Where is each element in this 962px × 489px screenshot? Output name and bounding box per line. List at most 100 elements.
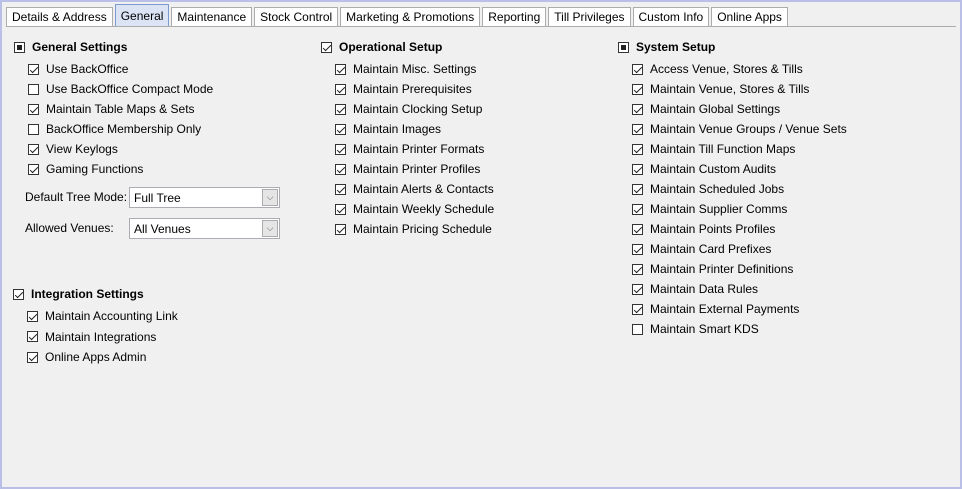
- checkbox-icon[interactable]: [632, 183, 643, 195]
- tab-details-address[interactable]: Details & Address: [6, 7, 113, 26]
- operational-setup-header-label: Operational Setup: [339, 40, 443, 54]
- default-tree-mode-select[interactable]: Full Tree ⌵: [129, 187, 280, 208]
- tab-stock-control[interactable]: Stock Control: [254, 7, 339, 26]
- checkbox-icon[interactable]: [632, 243, 643, 255]
- checkbox-maintain-custom-audits[interactable]: Maintain Custom Audits: [632, 159, 776, 179]
- checkbox-icon[interactable]: [27, 331, 38, 342]
- checkbox-icon[interactable]: [632, 323, 643, 335]
- checkbox-maintain-printer-formats[interactable]: Maintain Printer Formats: [335, 139, 484, 159]
- checkbox-label: Maintain Accounting Link: [45, 309, 178, 323]
- checkbox-icon[interactable]: [632, 103, 643, 115]
- checkbox-icon[interactable]: [335, 183, 346, 195]
- checkbox-icon[interactable]: [632, 123, 643, 135]
- checkbox-label: Maintain Supplier Comms: [650, 202, 788, 216]
- checkbox-maintain-accounting-link[interactable]: Maintain Accounting Link: [27, 306, 178, 326]
- general-tab-panel: General Settings Use BackOffice Use BackOf…: [6, 26, 956, 486]
- checkbox-icon[interactable]: [335, 223, 346, 235]
- checkbox-icon[interactable]: [632, 283, 643, 295]
- default-tree-mode-value: Full Tree: [134, 190, 181, 205]
- checkbox-online-apps-admin[interactable]: Online Apps Admin: [27, 347, 146, 367]
- checkbox-icon[interactable]: [28, 123, 39, 135]
- checkbox-icon[interactable]: [27, 310, 38, 322]
- checkbox-maintain-external-payments[interactable]: Maintain External Payments: [632, 299, 799, 319]
- checkbox-label: Maintain Card Prefixes: [650, 242, 772, 256]
- checkbox-maintain-global-settings[interactable]: Maintain Global Settings: [632, 99, 780, 119]
- tab-maintenance[interactable]: Maintenance: [171, 7, 253, 26]
- checkbox-use-backoffice-compact-mode[interactable]: Use BackOffice Compact Mode: [28, 79, 213, 99]
- checkbox-maintain-card-prefixes[interactable]: Maintain Card Prefixes: [632, 239, 771, 259]
- operational-setup-header-checkbox[interactable]: Operational Setup: [321, 37, 442, 57]
- checkbox-icon[interactable]: [28, 143, 39, 155]
- chevron-down-icon[interactable]: ⌵: [262, 220, 278, 237]
- checkbox-view-keylogs[interactable]: View Keylogs: [28, 139, 118, 159]
- tab-online-apps[interactable]: Online Apps: [711, 7, 788, 26]
- tab-reporting[interactable]: Reporting: [482, 7, 547, 26]
- checkbox-icon[interactable]: [618, 41, 629, 53]
- checkbox-gaming-functions[interactable]: Gaming Functions: [28, 159, 143, 179]
- checkbox-maintain-clocking-setup[interactable]: Maintain Clocking Setup: [335, 99, 482, 119]
- checkbox-maintain-prerequisites[interactable]: Maintain Prerequisites: [335, 79, 472, 99]
- checkbox-maintain-supplier-comms[interactable]: Maintain Supplier Comms: [632, 199, 787, 219]
- allowed-venues-select[interactable]: All Venues ⌵: [129, 218, 280, 239]
- tab-general[interactable]: General: [114, 4, 170, 26]
- system-setup-header-checkbox[interactable]: System Setup: [618, 37, 715, 57]
- checkbox-maintain-venue-groups-venue-sets[interactable]: Maintain Venue Groups / Venue Sets: [632, 119, 847, 139]
- checkbox-icon[interactable]: [632, 83, 643, 95]
- checkbox-icon[interactable]: [13, 288, 24, 300]
- checkbox-maintain-integrations[interactable]: Maintain Integrations: [27, 327, 156, 347]
- tab-till-privileges[interactable]: Till Privileges: [548, 7, 631, 26]
- checkbox-icon[interactable]: [14, 41, 25, 53]
- checkbox-maintain-table-maps-sets[interactable]: Maintain Table Maps & Sets: [28, 99, 195, 119]
- checkbox-maintain-misc-settings[interactable]: Maintain Misc. Settings: [335, 59, 476, 79]
- checkbox-icon[interactable]: [335, 63, 346, 75]
- tab-custom-info[interactable]: Custom Info: [632, 7, 710, 26]
- checkbox-label: BackOffice Membership Only: [46, 122, 202, 136]
- checkbox-icon[interactable]: [321, 41, 332, 53]
- checkbox-label: Maintain Points Profiles: [650, 222, 776, 236]
- checkbox-icon[interactable]: [335, 163, 346, 175]
- chevron-down-icon[interactable]: ⌵: [262, 189, 278, 206]
- checkbox-icon[interactable]: [632, 263, 643, 275]
- checkbox-maintain-points-profiles[interactable]: Maintain Points Profiles: [632, 219, 775, 239]
- checkbox-icon[interactable]: [335, 203, 346, 215]
- checkbox-maintain-images[interactable]: Maintain Images: [335, 119, 441, 139]
- checkbox-label: Maintain Clocking Setup: [353, 102, 483, 116]
- checkbox-label: View Keylogs: [46, 142, 118, 156]
- checkbox-icon[interactable]: [28, 163, 39, 175]
- checkbox-maintain-alerts-contacts[interactable]: Maintain Alerts & Contacts: [335, 179, 494, 199]
- checkbox-icon[interactable]: [632, 223, 643, 235]
- checkbox-maintain-till-function-maps[interactable]: Maintain Till Function Maps: [632, 139, 795, 159]
- checkbox-icon[interactable]: [28, 83, 39, 95]
- allowed-venues-row: Allowed Venues:: [25, 217, 114, 239]
- checkbox-use-backoffice[interactable]: Use BackOffice: [28, 59, 128, 79]
- checkbox-maintain-scheduled-jobs[interactable]: Maintain Scheduled Jobs: [632, 179, 784, 199]
- checkbox-maintain-data-rules[interactable]: Maintain Data Rules: [632, 279, 758, 299]
- checkbox-icon[interactable]: [632, 63, 643, 75]
- checkbox-label: Maintain Images: [353, 122, 442, 136]
- allowed-venues-value: All Venues: [134, 221, 191, 236]
- checkbox-icon[interactable]: [632, 143, 643, 155]
- checkbox-label: Maintain Custom Audits: [650, 162, 777, 176]
- checkbox-icon[interactable]: [335, 123, 346, 135]
- integration-settings-header-checkbox[interactable]: Integration Settings: [13, 284, 144, 304]
- checkbox-maintain-printer-profiles[interactable]: Maintain Printer Profiles: [335, 159, 480, 179]
- checkbox-icon[interactable]: [632, 163, 643, 175]
- general-settings-header-checkbox[interactable]: General Settings: [14, 37, 127, 57]
- checkbox-icon[interactable]: [335, 143, 346, 155]
- checkbox-maintain-smart-kds[interactable]: Maintain Smart KDS: [632, 319, 759, 339]
- checkbox-access-venue-stores-tills[interactable]: Access Venue, Stores & Tills: [632, 59, 803, 79]
- checkbox-maintain-printer-definitions[interactable]: Maintain Printer Definitions: [632, 259, 793, 279]
- checkbox-icon[interactable]: [632, 203, 643, 215]
- checkbox-maintain-venue-stores-tills[interactable]: Maintain Venue, Stores & Tills: [632, 79, 809, 99]
- checkbox-label: Use BackOffice Compact Mode: [46, 82, 214, 96]
- tab-marketing-promotions[interactable]: Marketing & Promotions: [340, 7, 481, 26]
- checkbox-icon[interactable]: [28, 103, 39, 115]
- checkbox-icon[interactable]: [335, 83, 346, 95]
- checkbox-icon[interactable]: [335, 103, 346, 115]
- checkbox-maintain-pricing-schedule[interactable]: Maintain Pricing Schedule: [335, 219, 492, 239]
- checkbox-icon[interactable]: [28, 63, 39, 75]
- checkbox-backoffice-membership-only[interactable]: BackOffice Membership Only: [28, 119, 201, 139]
- checkbox-maintain-weekly-schedule[interactable]: Maintain Weekly Schedule: [335, 199, 494, 219]
- checkbox-icon[interactable]: [632, 303, 643, 315]
- checkbox-icon[interactable]: [27, 351, 38, 363]
